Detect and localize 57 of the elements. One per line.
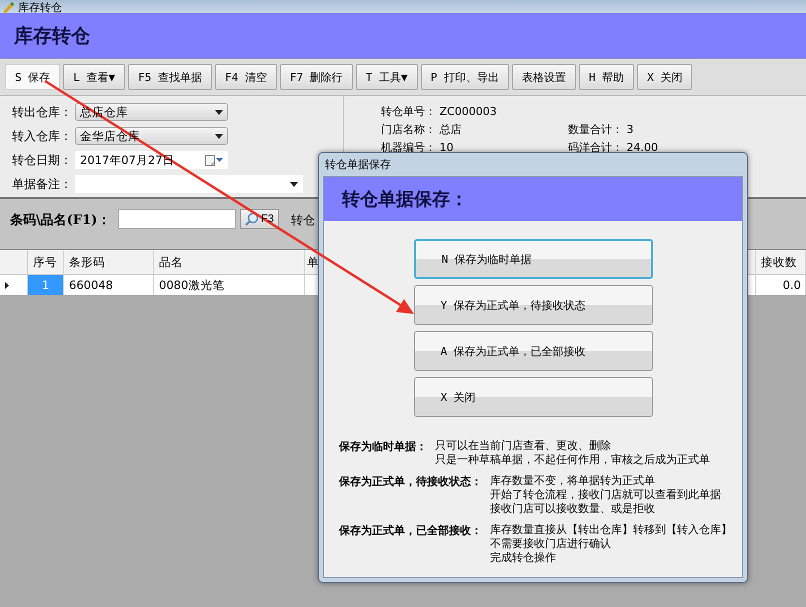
info-text: 门店名称： 总店	[381, 122, 462, 137]
toolbar-button[interactable]: L 查看▼	[63, 64, 126, 90]
info-text: 机器编号： 10	[381, 140, 454, 155]
info-text: 码洋合计： 24.00	[568, 140, 659, 155]
info-text: 数量合计： 3	[568, 122, 634, 137]
field-label: 单据备注：	[12, 176, 73, 192]
note-text: 完成转仓操作	[490, 551, 557, 565]
note-text: 只可以在当前门店查看、更改、删除	[435, 439, 611, 453]
toolbar-button[interactable]: F4 清空	[215, 64, 277, 90]
caret-icon	[290, 182, 298, 186]
note-text: 不需要接收门店进行确认	[490, 537, 612, 551]
field-label: 转入仓库：	[12, 128, 73, 144]
table-cell: 0080激光笔	[154, 275, 305, 295]
note-term: 保存为临时单据：	[339, 439, 427, 455]
note-term: 保存为正式单，已全部接收：	[339, 523, 482, 539]
toolbar-button[interactable]: X 关闭	[637, 64, 692, 90]
column-header: 品名	[154, 250, 305, 274]
calendar-icon	[205, 154, 215, 166]
caret-icon	[215, 134, 223, 138]
row-pointer-icon	[5, 282, 9, 288]
toolbar-button[interactable]: T 工具▼	[356, 64, 418, 90]
info-text: 转仓单号： ZC000003	[381, 104, 498, 119]
search-icon	[245, 212, 259, 226]
window-title: 库存转仓	[18, 2, 62, 13]
column-header: 条形码	[64, 250, 154, 274]
table-cell: 1	[28, 275, 64, 295]
note-term: 保存为正式单，待接收状态：	[339, 474, 482, 490]
caret-icon	[215, 110, 223, 114]
toolbar-button[interactable]: F5 查找单据	[128, 64, 212, 90]
app-icon	[2, 1, 14, 13]
toolbar-button[interactable]: F7 删除行	[280, 64, 353, 90]
note-text: 只是一种草稿单据，不起任何作用，审核之后成为正式单	[435, 453, 710, 467]
note-text: 接收门店可以接收数量、或是拒收	[490, 502, 656, 516]
column-header: 接收数	[756, 250, 806, 274]
note-text: 库存数量直接从【转出仓库】转移到【转入仓库】	[490, 523, 732, 537]
dialog-title: 转仓单据保存	[324, 157, 392, 173]
search-field[interactable]	[118, 209, 236, 229]
dialog-heading: 转仓单据保存：	[342, 188, 468, 211]
caret-icon	[216, 158, 223, 162]
option-button[interactable]: N 保存为临时单据	[414, 239, 652, 279]
option-button[interactable]: X 关闭	[414, 377, 652, 417]
note-text: 开始了转仓流程，接收门店就可以查看到此单据	[490, 488, 721, 502]
option-button[interactable]: A 保存为正式单，已全部接收	[414, 331, 652, 371]
table-cell: 0.0	[756, 275, 806, 295]
table-cell: 660048	[64, 275, 154, 295]
toolbar-button[interactable]: H 帮助	[578, 64, 634, 90]
field-label: 转仓日期：	[12, 152, 73, 168]
note-text: 库存数量不变，将单据转为正式单	[490, 474, 656, 488]
search-label: 条码\品名(F1)：	[10, 212, 112, 229]
field-label: 转仓	[290, 212, 315, 229]
toolbar-button[interactable]: 表格设置	[512, 64, 576, 90]
field-label: 转出仓库：	[12, 104, 73, 120]
column-header: 序号	[28, 250, 64, 274]
combo-field[interactable]	[75, 175, 303, 193]
page-title: 库存转仓	[14, 24, 90, 48]
toolbar-button[interactable]: P 打印、导出	[420, 64, 509, 90]
option-button[interactable]: Y 保存为正式单，待接收状态	[414, 285, 652, 325]
